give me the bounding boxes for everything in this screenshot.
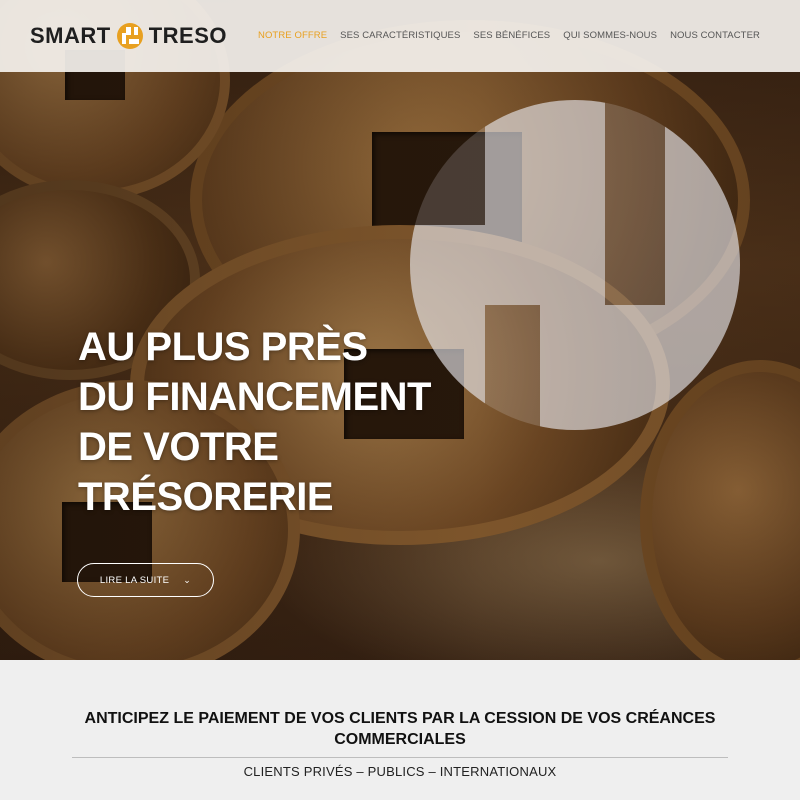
headline-line: AU PLUS PRÈS bbox=[78, 325, 368, 369]
offer-section: ANTICIPEZ LE PAIEMENT DE VOS CLIENTS PAR… bbox=[0, 660, 800, 800]
tagline-line: ANTICIPEZ LE PAIEMENT DE VOS CLIENTS PAR… bbox=[84, 710, 716, 727]
site-logo[interactable]: SMART TRESO bbox=[30, 22, 227, 50]
logo-text-right: TRESO bbox=[148, 23, 228, 48]
hero-banner: AU PLUS PRÈS DU FINANCEMENT DE VOTRE TRÉ… bbox=[0, 0, 800, 660]
site-header: SMART TRESO NOTRE OFFRE SES CARACTÉRISTI… bbox=[0, 0, 800, 72]
logo-mark-icon bbox=[116, 23, 143, 49]
logo-text-left: SMART bbox=[30, 23, 111, 48]
nav-item-benefices[interactable]: SES BÉNÉFICES bbox=[473, 30, 550, 41]
nav-item-notre-offre[interactable]: NOTRE OFFRE bbox=[258, 30, 327, 41]
nav-item-caracteristiques[interactable]: SES CARACTÉRISTIQUES bbox=[340, 30, 460, 41]
client-types: CLIENTS PRIVÉS – PUBLICS – INTERNATIONAU… bbox=[243, 764, 557, 779]
section-tagline: ANTICIPEZ LE PAIEMENT DE VOS CLIENTS PAR… bbox=[60, 708, 740, 750]
nav-item-qui-sommes-nous[interactable]: QUI SOMMES-NOUS bbox=[563, 30, 657, 41]
nav-item-contact[interactable]: NOUS CONTACTER bbox=[670, 30, 760, 41]
main-nav: NOTRE OFFRE SES CARACTÉRISTIQUES SES BÉN… bbox=[258, 30, 760, 41]
divider bbox=[72, 757, 728, 758]
hero-headline: AU PLUS PRÈS DU FINANCEMENT DE VOTRE TRÉ… bbox=[78, 322, 431, 522]
read-more-button[interactable]: LIRE LA SUITE ⌄ bbox=[77, 563, 214, 597]
read-more-label: LIRE LA SUITE bbox=[99, 574, 170, 586]
logo-watermark-icon bbox=[410, 100, 740, 430]
headline-line: TRÉSORERIE bbox=[78, 475, 334, 519]
chevron-down-icon: ⌄ bbox=[183, 574, 192, 585]
headline-line: DU FINANCEMENT bbox=[78, 375, 431, 419]
tagline-line: COMMERCIALES bbox=[334, 731, 466, 748]
headline-line: DE VOTRE bbox=[78, 425, 279, 469]
